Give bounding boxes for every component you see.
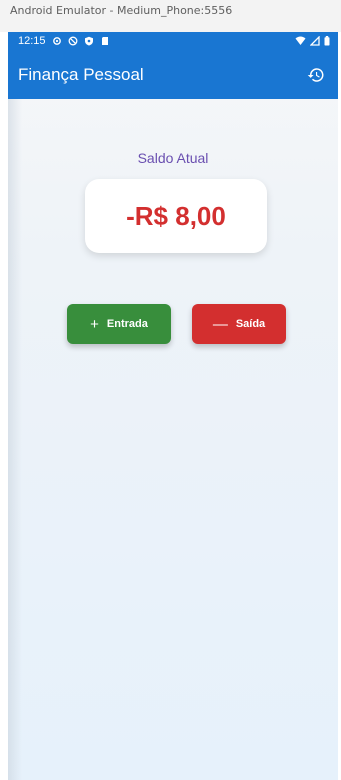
status-time: 12:15: [18, 35, 46, 47]
signal-icon: [310, 36, 320, 46]
income-button-label: Entrada: [106, 318, 148, 330]
balance-value: -R$ 8,00: [126, 200, 226, 231]
sim-card-icon: [101, 37, 108, 45]
history-icon: [307, 67, 324, 82]
status-right: [295, 36, 330, 46]
minus-icon: —: [212, 315, 228, 333]
expense-button-label: Saída: [235, 318, 266, 330]
app-title: Finança Pessoal: [18, 64, 144, 84]
balance-label: Saldo Atual: [137, 150, 209, 166]
plus-icon: +: [90, 315, 99, 333]
app-bar: Finança Pessoal: [8, 50, 338, 99]
wifi-icon: [295, 36, 306, 45]
emulator-window: Android Emulator - Medium_Phone:5556 12:…: [0, 0, 341, 780]
battery-icon: [324, 36, 330, 46]
balance-card: -R$ 8,00: [85, 179, 267, 253]
phone-screen: 12:15 Finança Pessoal Saldo Atual -R$ 8,…: [8, 32, 338, 780]
status-left: 12:15: [18, 35, 110, 47]
screen-edge-shadow: [8, 32, 22, 780]
window-title: Android Emulator - Medium_Phone:5556: [0, 0, 341, 32]
history-button[interactable]: [304, 63, 328, 87]
status-bar: 12:15: [8, 32, 338, 50]
income-button[interactable]: + Entrada: [67, 304, 171, 344]
vpn-icon: [68, 36, 77, 46]
expense-button[interactable]: — Saída: [192, 304, 286, 344]
settings-icon: [52, 37, 61, 45]
shield-icon: [84, 36, 93, 46]
